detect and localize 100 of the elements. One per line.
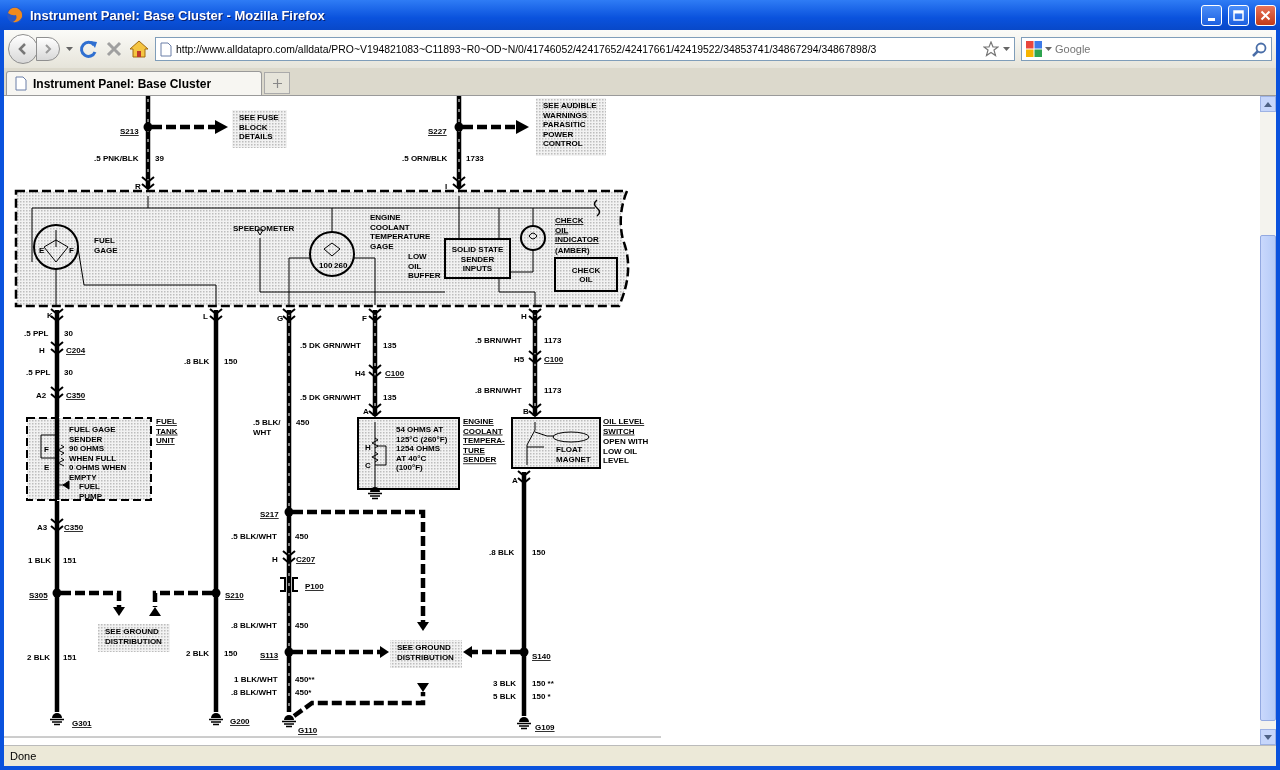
- splice-dot: [284, 647, 294, 657]
- pin-label: R: [135, 182, 141, 191]
- ground-symbol: [516, 717, 532, 730]
- ground-symbol: [281, 715, 297, 728]
- scroll-down-button[interactable]: [1260, 729, 1276, 745]
- caret-icon[interactable]: [1045, 47, 1052, 51]
- maximize-icon: [1233, 9, 1244, 21]
- reference-label: C350: [64, 523, 84, 532]
- wire-label: 150: [224, 357, 238, 366]
- reference-label: FUEL TANK UNIT: [156, 417, 178, 446]
- connector-symbol: [282, 308, 296, 323]
- wire-label: 151: [63, 653, 77, 662]
- component-label: OPEN WITH LOW OIL LEVEL: [603, 437, 649, 466]
- scroll-up-button[interactable]: [1260, 96, 1276, 112]
- forward-button[interactable]: [36, 37, 60, 61]
- wire-label: 150: [532, 548, 546, 557]
- pin-label: A2: [36, 391, 47, 400]
- page-icon: [15, 76, 27, 91]
- reference-label: S210: [225, 591, 244, 600]
- wire-label: .5 BLK/ WHT: [253, 418, 281, 437]
- close-icon: [1260, 9, 1271, 21]
- reference-label: CHECK OIL INDICATOR: [555, 216, 599, 245]
- pin-label: H: [521, 312, 527, 321]
- reference-label: G110: [298, 726, 318, 735]
- reference-label: C204: [66, 346, 86, 355]
- down-arrow-icon: [1264, 734, 1272, 740]
- splice-dot: [143, 122, 153, 132]
- history-dropdown-button[interactable]: [66, 47, 73, 51]
- back-button[interactable]: [8, 34, 38, 64]
- component-label: 100: [319, 261, 333, 270]
- splice-dot: [52, 588, 62, 598]
- component-box: SOLID STATE SENDER INPUTS: [444, 238, 511, 279]
- wire-label: 135: [383, 393, 397, 402]
- maximize-button[interactable]: [1228, 4, 1249, 26]
- address-bar[interactable]: http://www.alldatapro.com/alldata/PRO~V194821083~C11893~R0~OD~N/0/41746052/42417652/42417661/42419522/34853741/34867294/34867898/3: [155, 37, 1015, 61]
- new-tab-button[interactable]: [264, 72, 290, 94]
- window-title: Instrument Panel: Base Cluster - Mozilla Firefox: [30, 7, 326, 23]
- wire-label: 450: [296, 418, 310, 427]
- wire-label: 450*: [295, 688, 312, 697]
- up-arrow-icon: [1264, 101, 1272, 107]
- splice-dot: [519, 647, 529, 657]
- ground-symbol: [367, 487, 383, 500]
- wire-label: 450: [295, 621, 309, 630]
- close-button[interactable]: [1255, 4, 1276, 26]
- minimize-button[interactable]: [1201, 4, 1222, 26]
- component-label: FUEL GAGE: [94, 236, 118, 255]
- stop-button[interactable]: [105, 40, 123, 58]
- tab[interactable]: Instrument Panel: Base Cluster: [6, 71, 262, 95]
- connector-symbol: [528, 308, 542, 323]
- wire-label: 1 BLK/WHT: [234, 675, 278, 684]
- pin-label: H: [39, 346, 45, 355]
- connector-symbol: [368, 364, 382, 379]
- pin-label: F: [362, 314, 367, 323]
- minimize-icon: [1208, 17, 1215, 21]
- component-label: FUEL PUMP: [79, 482, 103, 501]
- reference-note: SEE GROUND DISTRIBUTION: [98, 624, 170, 652]
- search-icon[interactable]: [1252, 41, 1267, 57]
- reference-label: C350: [66, 391, 86, 400]
- pin-label: H: [272, 555, 278, 564]
- reference-label: S217: [260, 510, 279, 519]
- component-label: F: [69, 246, 74, 255]
- reference-label: C100: [544, 355, 564, 364]
- star-icon[interactable]: [983, 41, 999, 57]
- wire-label: .5 DK GRN/WHT: [300, 341, 361, 350]
- connector-symbol: [141, 176, 155, 191]
- component-label: ENGINE COOLANT TEMPERATURE GAGE: [370, 213, 431, 251]
- caret-icon: [66, 47, 73, 51]
- connector-symbol: [50, 308, 64, 323]
- wire-label: .5 PPL: [24, 329, 49, 338]
- reference-note: SEE FUSE BLOCK DETAILS: [232, 110, 287, 148]
- home-button[interactable]: [129, 40, 149, 58]
- page-icon: [160, 41, 172, 57]
- component-label: H: [365, 443, 371, 452]
- reload-button[interactable]: [79, 39, 99, 59]
- caret-icon[interactable]: [1003, 47, 1010, 51]
- reference-label: S227: [428, 127, 447, 136]
- wire-label: .5 PNK/BLK: [94, 154, 139, 163]
- scrollbar-thumb[interactable]: [1260, 235, 1276, 721]
- ground-symbol: [49, 713, 65, 726]
- wire-label: .5 ORN/BLK: [402, 154, 448, 163]
- component-label: F: [44, 445, 49, 454]
- connector-symbol: [282, 550, 296, 565]
- wire-label: 450: [295, 532, 309, 541]
- wire-label: 5 BLK: [493, 692, 517, 701]
- wire-label: 150 *: [532, 692, 551, 701]
- reference-label: G200: [230, 717, 250, 726]
- wire-label: 1173: [544, 386, 562, 395]
- component-label: 260: [334, 261, 348, 270]
- search-engine-icon[interactable]: [1026, 41, 1042, 57]
- wire-label: 135: [383, 341, 397, 350]
- component-label: E: [39, 246, 45, 255]
- component-label: (AMBER): [555, 246, 590, 255]
- pin-label: L: [203, 312, 208, 321]
- pin-label: H5: [514, 355, 525, 364]
- search-bar[interactable]: Google: [1021, 37, 1272, 61]
- pin-label: K: [47, 311, 53, 320]
- wire-label: 150 **: [532, 679, 554, 688]
- wire-label: .8 BLK: [489, 548, 515, 557]
- pin-label: H4: [355, 369, 366, 378]
- connector-symbol: [209, 308, 223, 323]
